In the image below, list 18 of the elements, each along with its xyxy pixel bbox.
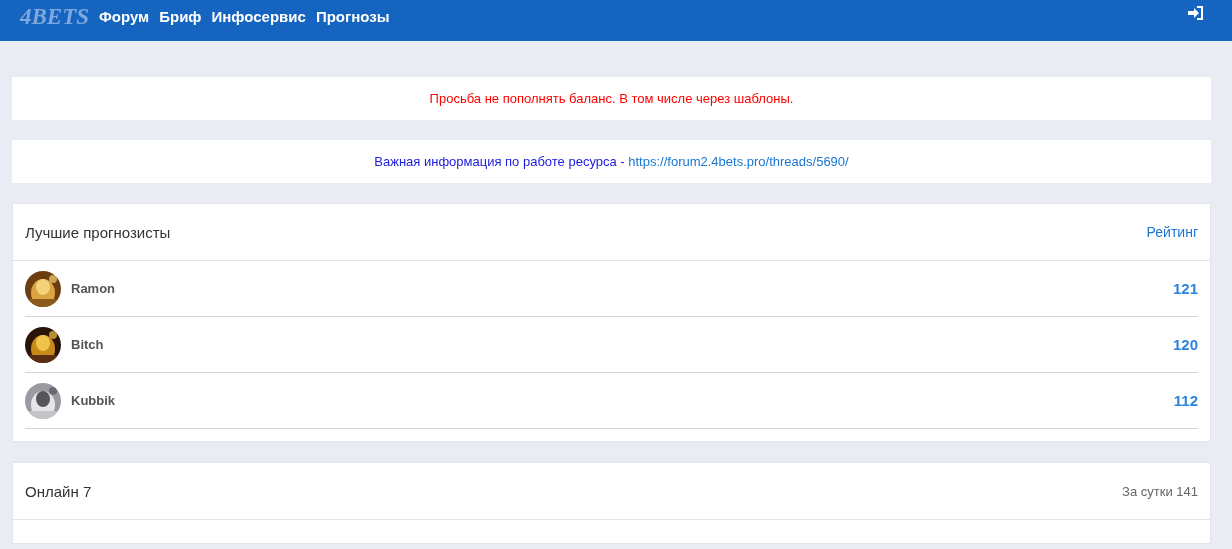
user-score: 112 xyxy=(1173,392,1198,409)
daily-count: За сутки 141 xyxy=(1122,483,1198,499)
user-score: 121 xyxy=(1172,280,1198,297)
user-score: 120 xyxy=(1172,336,1198,353)
notice-text: Важная информация по работе ресурса - xyxy=(374,154,626,169)
user-name[interactable]: Bitch xyxy=(71,337,104,352)
card-title: Лучшие прогнозисты xyxy=(25,223,171,241)
nav-link[interactable]: Форум xyxy=(99,8,150,25)
thread-link[interactable]: https://forum2.4bets.pro/threads/5690/ xyxy=(628,154,849,169)
nav-link[interactable]: Бриф xyxy=(159,8,202,25)
user-name[interactable]: Ramon xyxy=(71,281,116,296)
rating-link[interactable]: Рейтинг xyxy=(1146,224,1198,240)
nav-link[interactable]: Прогнозы xyxy=(315,8,390,25)
card-title: Онлайн 7 xyxy=(25,482,92,500)
nav-link[interactable]: Инфосервис xyxy=(211,8,306,25)
user-name[interactable]: Kubbik xyxy=(71,393,116,408)
login-icon[interactable] xyxy=(1188,5,1204,20)
notice-text: Просьба не пополнять баланс. В том числе через шаблоны. xyxy=(429,91,794,106)
